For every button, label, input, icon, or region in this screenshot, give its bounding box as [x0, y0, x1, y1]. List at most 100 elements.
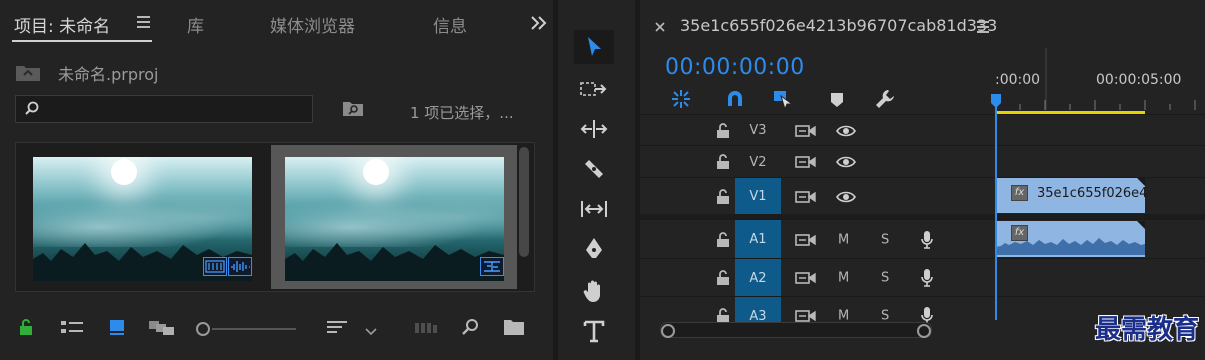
search-input[interactable]: [15, 95, 313, 123]
microphone-icon[interactable]: [920, 268, 934, 288]
marker-icon[interactable]: [830, 92, 844, 112]
automate-to-sequence-icon: [414, 318, 438, 340]
solo-button[interactable]: S: [881, 271, 889, 286]
mute-button[interactable]: M: [838, 271, 849, 286]
clip-end-marker: [1137, 221, 1145, 229]
eye-icon[interactable]: [836, 190, 856, 204]
solo-button[interactable]: S: [881, 309, 889, 324]
tab-info[interactable]: 信息: [433, 12, 467, 37]
scrollbar-handle-right[interactable]: [917, 324, 931, 338]
mute-button[interactable]: M: [838, 232, 849, 247]
lock-icon[interactable]: [716, 154, 730, 170]
type-tool[interactable]: [574, 314, 614, 348]
horizontal-zoom-scrollbar[interactable]: [660, 322, 932, 338]
clip-thumbnail[interactable]: [33, 157, 252, 281]
solo-button[interactable]: S: [881, 232, 889, 247]
find-icon[interactable]: [460, 318, 480, 342]
lock-icon[interactable]: [716, 270, 730, 286]
linked-selection-icon[interactable]: [772, 88, 796, 114]
audio-icon: [228, 257, 252, 276]
snap-icon[interactable]: [724, 88, 746, 114]
track-name[interactable]: V1: [735, 178, 781, 215]
lock-icon[interactable]: [716, 122, 730, 139]
sync-lock-icon[interactable]: [795, 190, 817, 204]
bin-icon-view: [15, 142, 535, 292]
sequence-tab[interactable]: 35e1c655f026e4213b96707cab81d333: [680, 16, 997, 35]
freeform-view-icon[interactable]: [148, 318, 176, 340]
lock-icon[interactable]: [716, 188, 730, 205]
mute-button[interactable]: M: [838, 309, 849, 324]
track-name[interactable]: V2: [735, 146, 781, 178]
film-icon: [203, 257, 227, 276]
ripple-edit-icon: [580, 120, 608, 138]
video-clip[interactable]: fx 35e1c655f026e4: [995, 178, 1147, 213]
hamburger-icon[interactable]: [137, 13, 151, 33]
lock-icon[interactable]: [716, 308, 730, 323]
razor-icon: [585, 160, 603, 178]
track-v3: V3: [640, 114, 1205, 146]
timeline-panel: 35e1c655f026e4213b96707cab81d333 00:00:0…: [640, 0, 1205, 360]
hamburger-icon[interactable]: [977, 19, 991, 38]
clip-end-marker: [1137, 178, 1145, 186]
time-ruler[interactable]: [995, 48, 1205, 110]
track-name[interactable]: A1: [735, 220, 781, 259]
icon-view-icon[interactable]: [108, 318, 126, 340]
project-file-name: 未命名.prproj: [58, 65, 159, 84]
eye-icon[interactable]: [836, 155, 856, 169]
double-chevron-right-icon[interactable]: [530, 15, 548, 35]
slip-icon: [581, 201, 607, 217]
ripple-edit-tool[interactable]: [574, 112, 614, 146]
zoom-slider-handle[interactable]: [196, 322, 210, 336]
zoom-slider[interactable]: [212, 328, 296, 330]
track-select-tool[interactable]: [574, 72, 614, 106]
sync-lock-icon[interactable]: [795, 233, 817, 247]
microphone-icon[interactable]: [920, 230, 934, 250]
fx-badge: fx: [1011, 185, 1028, 201]
vertical-scrollbar[interactable]: [519, 147, 529, 257]
selection-tool[interactable]: [574, 30, 614, 64]
hand-icon: [583, 280, 600, 302]
tab-libraries[interactable]: 库: [187, 12, 204, 37]
sort-icon[interactable]: [326, 318, 350, 340]
nest-icon[interactable]: [670, 88, 692, 114]
sync-lock-icon[interactable]: [795, 124, 817, 138]
track-a2: A2 M S: [640, 258, 1205, 297]
find-icon[interactable]: [342, 99, 364, 121]
search-icon: [25, 101, 39, 115]
hand-tool[interactable]: [574, 274, 614, 308]
track-name[interactable]: V3: [735, 115, 781, 146]
sync-lock-icon[interactable]: [795, 271, 817, 285]
track-v2: V2: [640, 145, 1205, 178]
playhead[interactable]: [995, 96, 997, 320]
tab-media-browser[interactable]: 媒体浏览器: [270, 12, 355, 37]
close-icon[interactable]: [654, 18, 666, 37]
bin-up-icon[interactable]: [15, 62, 41, 86]
tab-project[interactable]: 项目: 未命名: [14, 12, 110, 37]
type-icon: [583, 320, 605, 343]
audio-clip[interactable]: fx: [995, 221, 1145, 257]
lock-icon[interactable]: [18, 318, 34, 340]
wrench-icon[interactable]: [874, 88, 896, 114]
scrollbar-handle-left[interactable]: [661, 324, 675, 338]
audio-waveform: [995, 238, 1145, 255]
active-tab-indicator: [12, 40, 152, 42]
sequence-thumbnail[interactable]: [285, 157, 504, 281]
sync-lock-icon[interactable]: [795, 155, 817, 169]
sync-lock-icon[interactable]: [795, 309, 817, 323]
lock-icon[interactable]: [716, 231, 730, 248]
track-name[interactable]: A3: [735, 297, 781, 323]
eye-icon[interactable]: [836, 124, 856, 138]
microphone-icon[interactable]: [920, 306, 934, 323]
list-view-icon[interactable]: [60, 318, 84, 340]
chevron-down-icon[interactable]: [364, 322, 378, 341]
new-bin-icon[interactable]: [503, 318, 525, 340]
project-panel: 项目: 未命名 库 媒体浏览器 信息 未命名.prproj 1 项已选择，...: [0, 0, 553, 360]
razor-tool[interactable]: [574, 152, 614, 186]
pen-icon: [586, 238, 602, 258]
pen-tool[interactable]: [574, 232, 614, 266]
arrow-icon: [588, 37, 601, 56]
playhead-timecode[interactable]: 00:00:00:00: [665, 55, 805, 80]
slip-tool[interactable]: [574, 192, 614, 226]
selected-item-frame[interactable]: [271, 145, 517, 289]
track-name[interactable]: A2: [735, 259, 781, 297]
